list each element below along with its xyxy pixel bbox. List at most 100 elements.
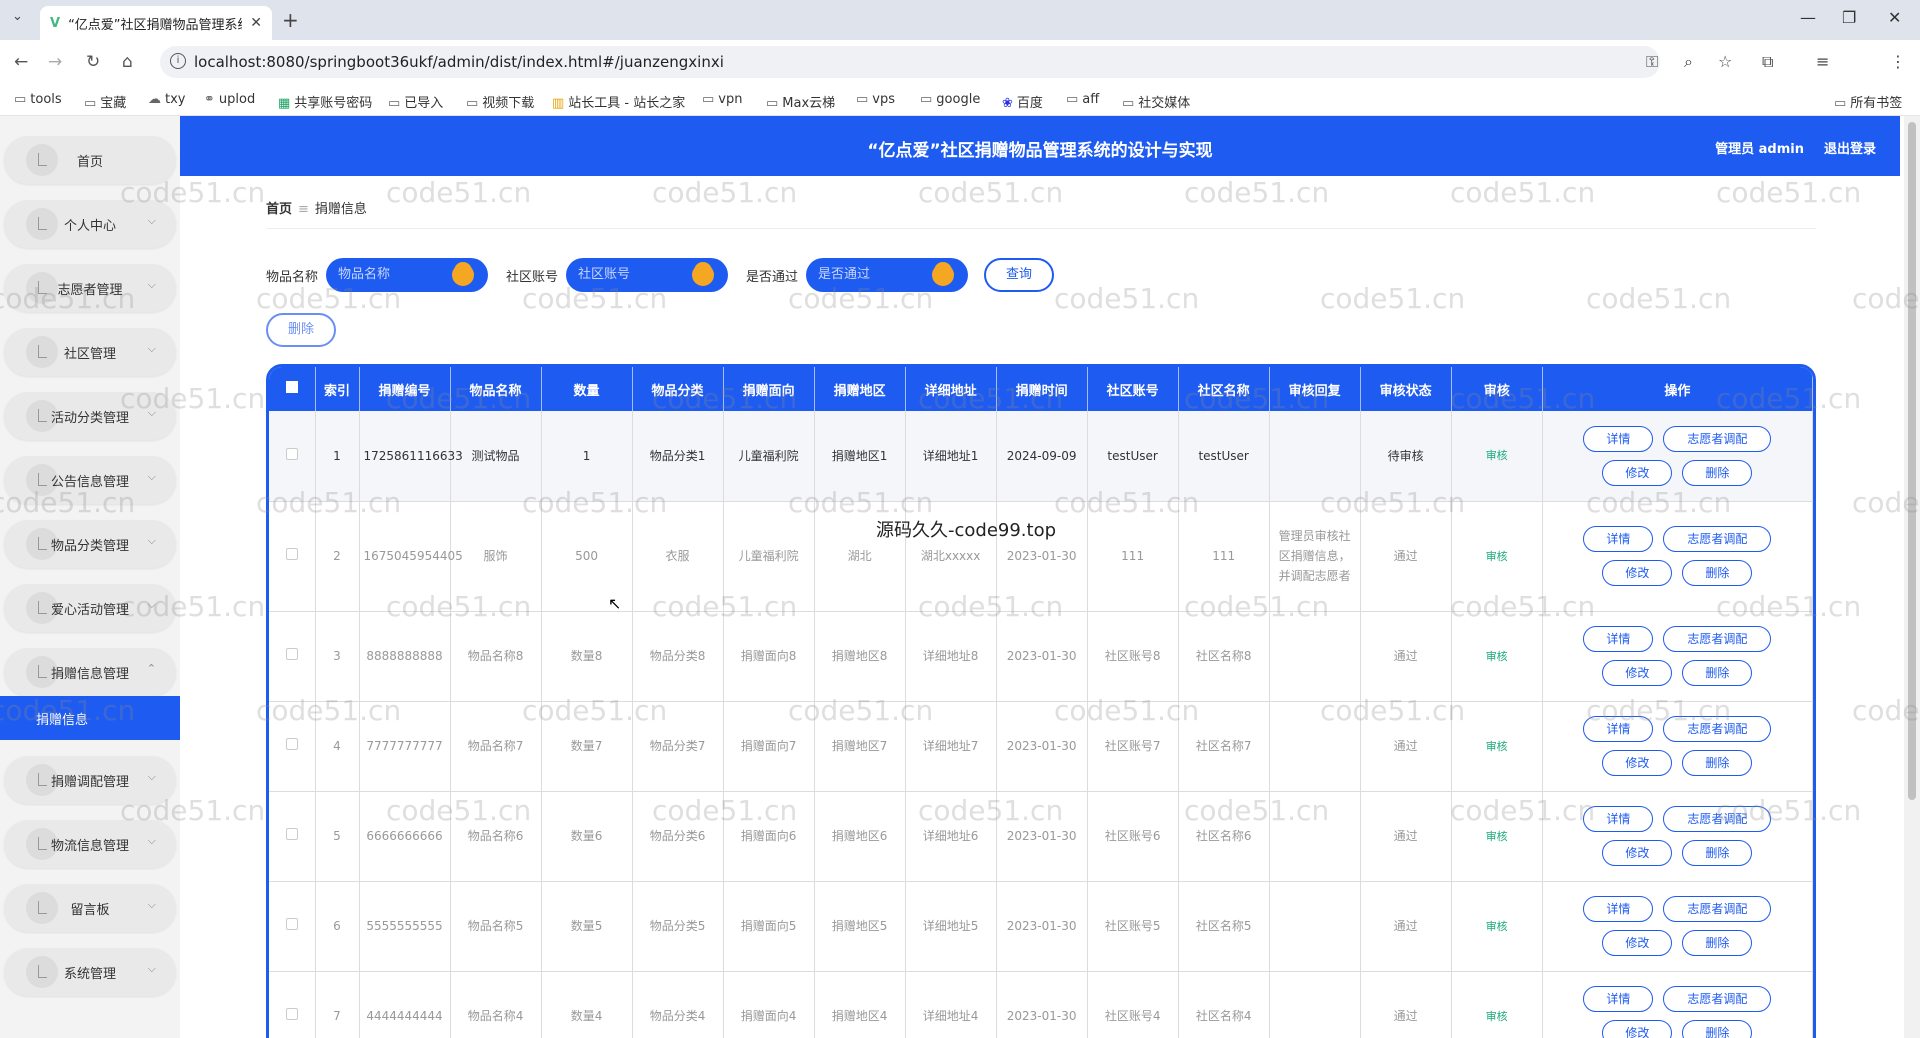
extensions-icon[interactable]: ⧉ — [1762, 52, 1773, 72]
sidebar-item-volunteers[interactable]: 志愿者管理 ⌵ — [4, 264, 176, 312]
sidebar-item-activity-category[interactable]: 活动分类管理 ⌵ — [4, 392, 176, 440]
assign-volunteer-button[interactable]: 志愿者调配 — [1663, 626, 1772, 652]
approved-input[interactable]: 是否通过 — [806, 258, 968, 292]
restore-icon[interactable]: ❐ — [1842, 8, 1856, 27]
edit-button[interactable]: 修改 — [1602, 560, 1673, 586]
audit-link[interactable]: 审核 — [1486, 449, 1508, 462]
audit-link[interactable]: 审核 — [1486, 740, 1508, 753]
sidebar-item-donation-info[interactable]: 捐赠信息管理 ⌃ — [4, 648, 176, 696]
audit-link[interactable]: 审核 — [1486, 830, 1508, 843]
row-checkbox[interactable] — [285, 648, 298, 660]
select-all-header[interactable] — [269, 367, 316, 411]
detail-button[interactable]: 详情 — [1583, 806, 1654, 832]
detail-button[interactable]: 详情 — [1583, 716, 1654, 742]
edit-button[interactable]: 修改 — [1602, 660, 1673, 686]
bookmark[interactable]: ▭ 社交媒体 — [1122, 92, 1190, 111]
site-info-icon[interactable]: i — [170, 53, 186, 69]
detail-button[interactable]: 详情 — [1583, 425, 1654, 452]
detail-button[interactable]: 详情 — [1583, 626, 1654, 652]
assign-volunteer-button[interactable]: 志愿者调配 — [1663, 986, 1772, 1012]
key-icon[interactable]: ⚿ — [1646, 52, 1658, 72]
sidebar-item-community[interactable]: 社区管理 ⌵ — [4, 328, 176, 376]
item-name-input[interactable]: 物品名称 — [326, 258, 488, 292]
forward-icon[interactable]: → — [48, 52, 62, 72]
delete-button[interactable]: 删除 — [1682, 750, 1753, 776]
bookmark[interactable]: ▭ tools — [14, 92, 62, 107]
edit-button[interactable]: 修改 — [1602, 1020, 1673, 1038]
audit-link[interactable]: 审核 — [1486, 550, 1508, 563]
select-all-checkbox[interactable] — [285, 381, 298, 393]
row-checkbox[interactable] — [285, 447, 298, 460]
tab-search-icon[interactable]: ⌄ — [12, 9, 23, 24]
scrollbar-thumb[interactable] — [1908, 122, 1916, 800]
all-bookmarks[interactable]: ▭ 所有书签 — [1834, 92, 1902, 111]
assign-volunteer-button[interactable]: 志愿者调配 — [1663, 425, 1772, 452]
sidebar-item-system[interactable]: 系统管理 ⌵ — [4, 948, 176, 996]
detail-button[interactable]: 详情 — [1583, 986, 1654, 1012]
sidebar-item-charity-activity[interactable]: 爱心活动管理 ⌵ — [4, 584, 176, 632]
sidebar-item-item-category[interactable]: 物品分类管理 ⌵ — [4, 520, 176, 568]
query-button[interactable]: 查询 — [984, 258, 1054, 292]
row-select-cell[interactable] — [269, 501, 316, 612]
community-account-input[interactable]: 社区账号 — [566, 258, 728, 292]
row-checkbox[interactable] — [285, 828, 298, 840]
row-checkbox[interactable] — [285, 1008, 298, 1020]
url-field[interactable]: i localhost:8080/springboot36ukf/admin/d… — [160, 46, 1660, 78]
delete-button[interactable]: 删除 — [1682, 660, 1753, 686]
star-icon[interactable]: ☆ — [1718, 52, 1732, 71]
delete-button[interactable]: 删除 — [1682, 459, 1753, 486]
reload-icon[interactable]: ↻ — [86, 52, 100, 72]
delete-button[interactable]: 删除 — [1682, 1020, 1753, 1038]
media-icon[interactable]: ≡ — [1816, 52, 1829, 71]
bookmark[interactable]: ▭ Max云梯 — [766, 92, 835, 111]
bookmark[interactable]: ▦ 共享账号密码 — [278, 92, 372, 111]
edit-button[interactable]: 修改 — [1602, 459, 1673, 486]
zoom-icon[interactable]: ⌕ — [1684, 52, 1693, 72]
delete-button[interactable]: 删除 — [1682, 560, 1753, 586]
bookmark[interactable]: ▭ 视频下载 — [466, 92, 534, 111]
assign-volunteer-button[interactable]: 志愿者调配 — [1663, 526, 1772, 552]
bookmark[interactable]: ▭ google — [920, 92, 980, 107]
bookmark[interactable]: ▭ 宝藏 — [84, 92, 126, 111]
edit-button[interactable]: 修改 — [1602, 930, 1673, 956]
edit-button[interactable]: 修改 — [1602, 750, 1673, 776]
audit-link[interactable]: 审核 — [1486, 650, 1508, 663]
sidebar-item-home[interactable]: 首页 — [4, 136, 176, 184]
bookmark[interactable]: ▥ 站长工具 - 站长之家 — [552, 92, 685, 111]
delete-button[interactable]: 删除 — [1682, 930, 1753, 956]
row-checkbox[interactable] — [285, 918, 298, 930]
bookmark[interactable]: ▭ 已导入 — [388, 92, 443, 111]
assign-volunteer-button[interactable]: 志愿者调配 — [1663, 896, 1772, 922]
bookmark[interactable]: ❀ 百度 — [1002, 92, 1043, 111]
row-select-cell[interactable] — [269, 791, 316, 882]
row-select-cell[interactable] — [269, 971, 316, 1038]
detail-button[interactable]: 详情 — [1583, 526, 1654, 552]
logout-link[interactable]: 退出登录 — [1824, 138, 1876, 157]
back-icon[interactable]: ← — [14, 52, 28, 72]
row-checkbox[interactable] — [285, 548, 298, 560]
assign-volunteer-button[interactable]: 志愿者调配 — [1663, 716, 1772, 742]
bookmark[interactable]: ▭ vps — [856, 92, 895, 107]
page-scrollbar[interactable] — [1904, 116, 1920, 1038]
row-select-cell[interactable] — [269, 701, 316, 792]
tab-close-icon[interactable]: ✕ — [250, 15, 262, 31]
bookmark[interactable]: ☁ txy — [148, 92, 185, 107]
row-select-cell[interactable] — [269, 881, 316, 972]
sidebar-item-notices[interactable]: 公告信息管理 ⌵ — [4, 456, 176, 504]
edit-button[interactable]: 修改 — [1602, 840, 1673, 866]
new-tab-icon[interactable]: + — [282, 8, 299, 32]
sidebar-item-logistics[interactable]: 物流信息管理 ⌵ — [4, 820, 176, 868]
delete-button[interactable]: 删除 — [1682, 840, 1753, 866]
sidebar-item-donation-allocation[interactable]: 捐赠调配管理 ⌵ — [4, 756, 176, 804]
menu-icon[interactable]: ⋮ — [1890, 52, 1906, 71]
breadcrumb-home[interactable]: 首页 — [266, 202, 292, 217]
row-select-cell[interactable] — [269, 611, 316, 702]
audit-link[interactable]: 审核 — [1486, 920, 1508, 933]
bookmark[interactable]: ▭ vpn — [702, 92, 742, 107]
window-close-icon[interactable]: ✕ — [1888, 8, 1901, 27]
sidebar-item-profile[interactable]: 个人中心 ⌵ — [4, 200, 176, 248]
row-select-cell[interactable] — [269, 411, 316, 502]
bookmark[interactable]: ▭ aff — [1066, 92, 1099, 107]
batch-delete-button[interactable]: 删除 — [266, 313, 336, 347]
row-checkbox[interactable] — [285, 738, 298, 750]
